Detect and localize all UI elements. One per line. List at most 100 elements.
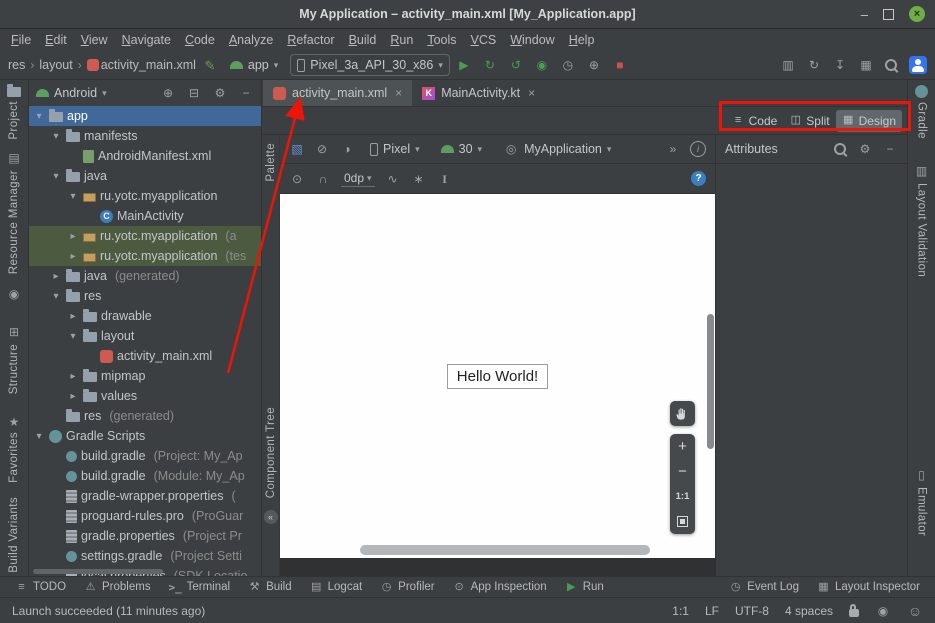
avatar-icon[interactable] [909, 56, 927, 74]
tree-item-layout[interactable]: ▾layout [29, 326, 261, 346]
tree-item-activity-main-xml[interactable]: activity_main.xml [29, 346, 261, 366]
autoconnect-magnet-icon[interactable]: ∩ [315, 171, 331, 187]
line-ending-indicator[interactable]: LF [705, 604, 719, 618]
pencil-icon[interactable]: ✎ [202, 57, 218, 73]
pin-icon[interactable]: ◉ [6, 286, 22, 302]
collapse-icon[interactable]: « [264, 510, 278, 524]
tool-button-todo[interactable]: ≡TODO [6, 577, 75, 597]
hide-icon[interactable]: − [882, 141, 898, 157]
stripe-item-emulator[interactable]: ▯Emulator [914, 467, 930, 536]
locate-icon[interactable]: ⊕ [160, 85, 176, 101]
stripe-item-gradle[interactable]: Gradle [915, 85, 928, 139]
textview-hello-world[interactable]: Hello World! [447, 364, 548, 389]
sdk-manager-icon[interactable]: ↧ [832, 57, 848, 73]
tree-item-mipmap[interactable]: ▸mipmap [29, 366, 261, 386]
minimize-button[interactable]: – [861, 8, 868, 21]
breadcrumb-layout[interactable]: layout [39, 58, 72, 72]
stripe-item-build-variants[interactable]: Build Variants [8, 497, 20, 573]
tree-item-ru-yotc-myapplication[interactable]: ▸ru.yotc.myapplication(tes [29, 246, 261, 266]
default-margin-dropdown[interactable]: 0dp ▾ [341, 170, 375, 187]
run-icon[interactable]: ▶ [456, 57, 472, 73]
menu-item-edit[interactable]: Edit [38, 31, 74, 49]
tree-item-ru-yotc-myapplication[interactable]: ▾ru.yotc.myapplication [29, 186, 261, 206]
tool-button-run[interactable]: ▶Run [556, 577, 613, 597]
menu-item-code[interactable]: Code [178, 31, 222, 49]
mode-design-button[interactable]: ▦Design [836, 110, 902, 132]
run-config-dropdown[interactable]: app ▾ [224, 56, 284, 74]
tree-item-values[interactable]: ▸values [29, 386, 261, 406]
menu-item-file[interactable]: File [4, 31, 38, 49]
pan-tool-button[interactable] [670, 401, 695, 426]
tool-button-profiler[interactable]: ◷Profiler [371, 577, 443, 597]
tool-button-terminal[interactable]: >_Terminal [160, 577, 239, 597]
tree-item-androidmanifest-xml[interactable]: AndroidManifest.xml [29, 146, 261, 166]
menu-item-help[interactable]: Help [562, 31, 602, 49]
align-icon[interactable]: I [437, 171, 453, 187]
vertical-scrollbar[interactable] [707, 314, 714, 449]
menu-item-navigate[interactable]: Navigate [115, 31, 178, 49]
device-selector-dropdown[interactable]: Pixel_3a_API_30_x86 ▾ [290, 54, 450, 76]
star-icon[interactable]: ★ [6, 414, 22, 430]
stripe-item-layout-validation[interactable]: ▥Layout Validation [914, 163, 930, 277]
zoom-reset-button[interactable]: 1:1 [670, 484, 695, 509]
feedback-smiley-icon[interactable]: ☺ [907, 603, 923, 619]
device-manager-icon[interactable]: ▥ [780, 57, 796, 73]
debug-icon[interactable]: ◉ [534, 57, 550, 73]
tree-item-gradle-properties[interactable]: gradle.properties(Project Pr [29, 526, 261, 546]
encoding-indicator[interactable]: UTF-8 [735, 604, 769, 618]
tree-item-java[interactable]: ▸java(generated) [29, 266, 261, 286]
tree-item-build-gradle[interactable]: build.gradle(Module: My_Ap [29, 466, 261, 486]
clear-constraints-icon[interactable]: ∿ [385, 171, 401, 187]
tree-item-res[interactable]: res(generated) [29, 406, 261, 426]
menu-item-refactor[interactable]: Refactor [280, 31, 341, 49]
tool-button-event-log[interactable]: ◷Event Log [720, 577, 808, 597]
breadcrumb-res[interactable]: res [8, 58, 25, 72]
menu-item-tools[interactable]: Tools [420, 31, 463, 49]
tool-button-app-inspection[interactable]: ⊙App Inspection [444, 577, 556, 597]
zoom-fit-button[interactable] [670, 509, 695, 534]
menu-item-view[interactable]: View [74, 31, 115, 49]
apply-code-changes-icon[interactable]: ↺ [508, 57, 524, 73]
hide-icon[interactable]: − [238, 85, 254, 101]
tree-item-app[interactable]: ▾app [29, 106, 261, 126]
tree-item-ru-yotc-myapplication[interactable]: ▸ru.yotc.myapplication(a [29, 226, 261, 246]
status-message[interactable]: Launch succeeded (11 minutes ago) [12, 604, 656, 618]
infer-constraints-icon[interactable]: ∗ [411, 171, 427, 187]
tool-button-logcat[interactable]: ▤Logcat [301, 577, 372, 597]
close-icon[interactable]: × [395, 86, 402, 100]
search-icon[interactable] [833, 142, 848, 157]
settings-icon[interactable]: ⚙ [212, 85, 228, 101]
tool-button-layout-inspector[interactable]: ▦Layout Inspector [808, 577, 929, 597]
project-view-selector[interactable]: Android [54, 86, 97, 100]
device-dropdown[interactable]: Pixel ▾ [364, 140, 426, 158]
design-surface-icon[interactable]: ▧ [289, 141, 305, 157]
tree-item-proguard-rules-pro[interactable]: proguard-rules.pro(ProGuar [29, 506, 261, 526]
attach-debugger-icon[interactable]: ⊕ [586, 57, 602, 73]
tree-item-gradle-scripts[interactable]: ▾Gradle Scripts [29, 426, 261, 446]
api-level-dropdown[interactable]: 30 ▾ [435, 140, 488, 158]
collapse-all-icon[interactable]: ⊟ [186, 85, 202, 101]
menu-item-window[interactable]: Window [503, 31, 561, 49]
help-icon[interactable]: ? [691, 171, 706, 186]
editor-tab-mainactivity-kt[interactable]: KMainActivity.kt× [412, 80, 545, 106]
tree-item-settings-gradle[interactable]: settings.gradle(Project Setti [29, 546, 261, 566]
maximize-button[interactable] [883, 9, 894, 20]
mode-code-button[interactable]: ≡Code [726, 110, 784, 132]
zoom-out-button[interactable]: − [670, 459, 695, 484]
menu-item-analyze[interactable]: Analyze [222, 31, 280, 49]
zoom-in-button[interactable]: + [670, 434, 695, 459]
apply-changes-icon[interactable]: ↻ [482, 57, 498, 73]
stripe-item-project[interactable]: Project [7, 85, 21, 140]
tree-item-res[interactable]: ▾res [29, 286, 261, 306]
tool-button-problems[interactable]: ⚠Problems [75, 577, 160, 597]
search-icon[interactable] [884, 58, 899, 73]
tree-item-build-gradle[interactable]: build.gradle(Project: My_Ap [29, 446, 261, 466]
menu-item-vcs[interactable]: VCS [464, 31, 504, 49]
palette-tab[interactable]: Palette [265, 143, 277, 182]
night-mode-icon[interactable]: ⊘ [314, 141, 330, 157]
mode-split-button[interactable]: ◫Split [783, 110, 835, 132]
stop-icon[interactable]: ■ [612, 57, 628, 73]
tool-button-build[interactable]: ⚒Build [239, 577, 301, 597]
menu-item-build[interactable]: Build [342, 31, 384, 49]
editor-tab-activity-main-xml[interactable]: activity_main.xml× [263, 80, 412, 106]
